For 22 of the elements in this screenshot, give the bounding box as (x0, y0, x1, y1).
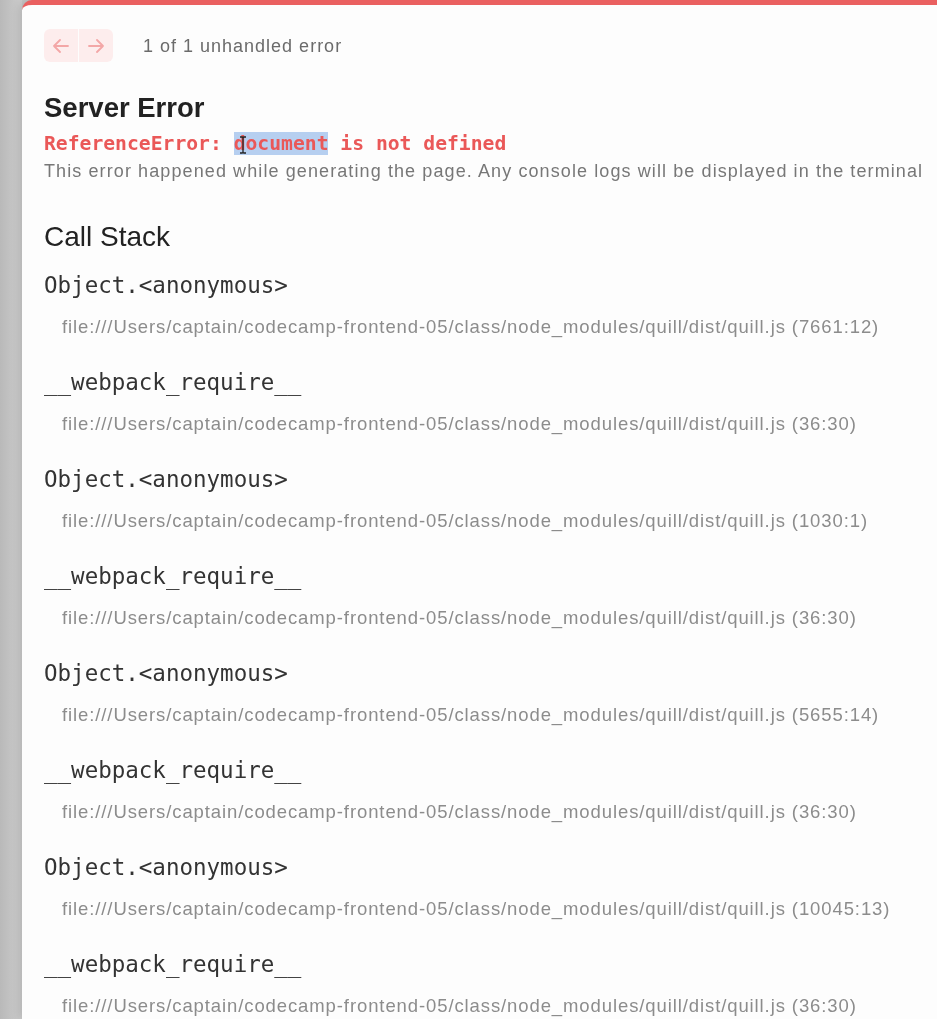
error-title: Server Error (44, 92, 206, 124)
stack-frame-function: __webpack_require__ (44, 562, 302, 590)
stack-frame-function: Object.<anonymous> (44, 271, 288, 299)
stack-frame-function: __webpack_require__ (44, 368, 302, 396)
stack-frame-function: __webpack_require__ (44, 756, 302, 784)
error-description: This error happened while generating the page. Any console logs will be displayed in the terminal (44, 160, 925, 182)
stack-frame-function: Object.<anonymous> (44, 659, 288, 687)
stack-frame-location: file:///Users/captain/codecamp-frontend-05/class/node_modules/quill/dist/quill.js (10045:13) (62, 898, 891, 920)
stack-frame-function: Object.<anonymous> (44, 465, 288, 493)
right-arrow-icon (88, 37, 104, 54)
stack-frame-location: file:///Users/captain/codecamp-frontend-05/class/node_modules/quill/dist/quill.js (36:30) (62, 607, 857, 629)
stack-frame-location: file:///Users/captain/codecamp-frontend-05/class/node_modules/quill/dist/quill.js (1030:1) (62, 510, 868, 532)
stack-frame-location: file:///Users/captain/codecamp-frontend-05/class/node_modules/quill/dist/quill.js (36:30) (62, 413, 857, 435)
stack-frame-location: file:///Users/captain/codecamp-frontend-05/class/node_modules/quill/dist/quill.js (7661:12) (62, 316, 880, 338)
stack-frame-function: __webpack_require__ (44, 950, 302, 978)
left-arrow-icon (53, 37, 69, 54)
stack-frame-function: Object.<anonymous> (44, 853, 288, 881)
error-counter: 1 of 1 unhandled error (143, 34, 343, 57)
stack-frame-location: file:///Users/captain/codecamp-frontend-05/class/node_modules/quill/dist/quill.js (36:30) (62, 801, 857, 823)
stack-frame-location: file:///Users/captain/codecamp-frontend-05/class/node_modules/quill/dist/quill.js (5655:14) (62, 704, 880, 726)
stack-frame-location: file:///Users/captain/codecamp-frontend-05/class/node_modules/quill/dist/quill.js (36:30) (62, 995, 857, 1017)
call-stack-title: Call Stack (44, 221, 172, 253)
